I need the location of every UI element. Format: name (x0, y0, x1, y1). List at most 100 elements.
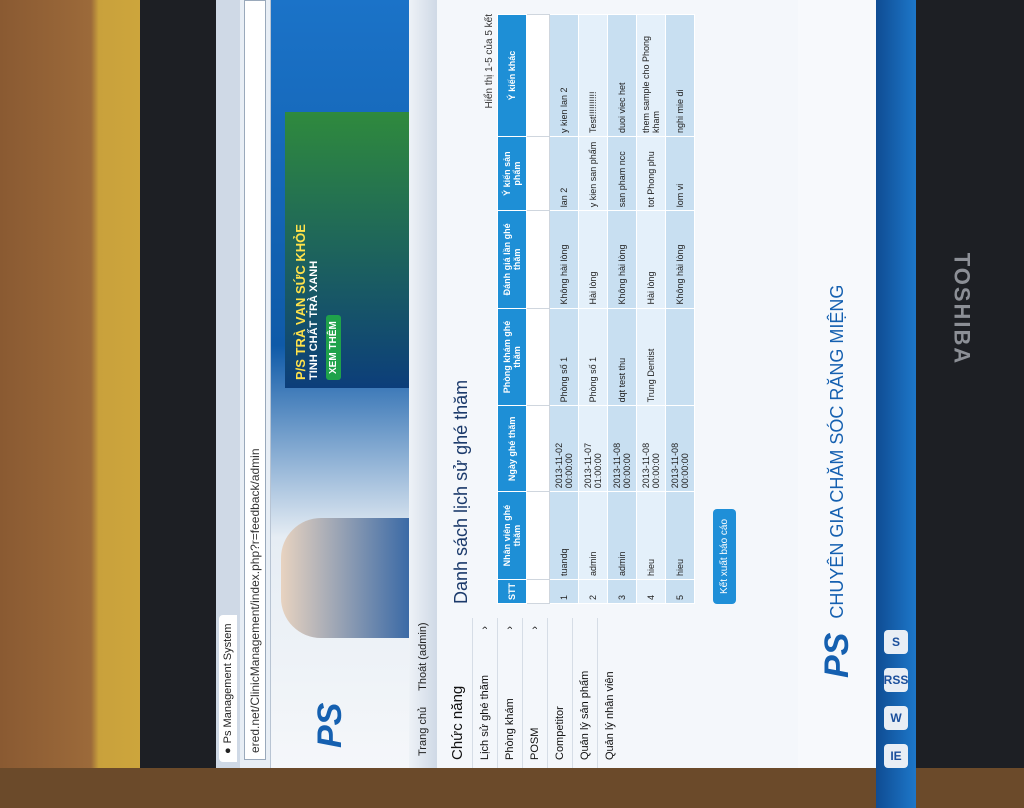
table-cell: Không hài lòng (607, 210, 637, 309)
sidebar: Chức năng Lịch sử ghé thăm › Phòng khám › … (437, 618, 744, 768)
sidebar-item-label: Competitor (554, 706, 566, 760)
table-cell: y kien san phẩm (578, 136, 608, 211)
address-bar: ered.net/ClinicManagement/index.php?r=fe… (240, 0, 271, 768)
table-cell: hieu (665, 491, 695, 580)
filter-input[interactable] (526, 308, 550, 406)
table-cell: them sample cho Phong kham (636, 14, 666, 137)
table-cell: Test!!!!!!!!!! (578, 14, 608, 137)
page-icon: ● (222, 747, 234, 754)
filter-input[interactable] (526, 210, 550, 309)
url-field[interactable]: ered.net/ClinicManagement/index.php?r=fe… (244, 0, 266, 760)
table-row: 1 tuandq 2013-11-02 00:00:00 Phòng số 1 … (549, 14, 579, 604)
site-banner: PS P/S TRÀ VẠN SỨC KHỎE TINH CHẤT TRÀ XA… (271, 0, 409, 768)
column-header[interactable]: Ngày ghé thăm (497, 405, 527, 492)
column-header[interactable]: STT (497, 579, 527, 604)
table-cell: 3 (607, 579, 637, 604)
spokesperson-image (281, 518, 409, 638)
ad-headline: P/S TRÀ VẠN SỨC KHỎE (293, 224, 308, 380)
table-cell: 2013-11-02 00:00:00 (549, 405, 579, 492)
table-cell: nghi mie di (665, 14, 695, 137)
chevron-right-icon: › (529, 626, 541, 630)
table-cell: 2 (578, 579, 608, 604)
filter-input[interactable] (526, 136, 550, 211)
table-cell: lom vi (665, 136, 695, 211)
sidebar-item-staff[interactable]: Quản lý nhân viên (597, 618, 622, 768)
table-cell: 2013-11-07 01:00:00 (578, 405, 608, 492)
sidebar-item-visit-history[interactable]: Lịch sử ghé thăm › (472, 618, 497, 768)
table-cell: tot Phong phu (636, 136, 666, 211)
table-cell: Phòng số 1 (578, 308, 608, 406)
promo-ad[interactable]: P/S TRÀ VẠN SỨC KHỎE TINH CHẤT TRÀ XANH … (285, 112, 409, 388)
sidebar-item-posm[interactable]: POSM › (522, 618, 547, 768)
filter-input[interactable] (526, 14, 550, 137)
table-row: 4 hieu 2013-11-08 00:00:00 Trung Dentist… (636, 14, 666, 604)
table-cell: 2013-11-08 00:00:00 (607, 405, 637, 492)
footer-slogan: CHUYÊN GIA CHĂM SÓC RĂNG MIỆNG (826, 284, 847, 619)
table-cell: lan 2 (549, 136, 579, 211)
footer-logo: PS (817, 632, 856, 678)
table-cell: admin (578, 491, 608, 580)
column-header[interactable]: Phòng khám ghé thăm (497, 308, 527, 406)
rss-icon[interactable]: RSS (884, 668, 908, 692)
nav-logout-link[interactable]: Thoát (admin) (417, 622, 429, 690)
table-cell: tuandq (549, 491, 579, 580)
browser-tab[interactable]: ● Ps Management System (219, 615, 237, 762)
sidebar-item-label: Phòng khám (504, 698, 516, 760)
chevron-right-icon: › (479, 626, 491, 630)
monitor-brand: TOSHIBA (949, 252, 975, 366)
filter-input[interactable] (526, 491, 550, 580)
table-cell: Hài lòng (578, 210, 608, 309)
table-cell: Trung Dentist (636, 308, 666, 406)
export-report-button[interactable]: Kết xuất báo cáo (713, 508, 736, 604)
tab-strip: ● Ps Management System (216, 0, 240, 768)
sidebar-item-label: POSM (529, 727, 541, 760)
column-header[interactable]: Nhân viên ghé thăm (497, 491, 527, 580)
table-cell: 1 (549, 579, 579, 604)
table-cell: 5 (665, 579, 695, 604)
sidebar-item-label: Quản lý sản phẩm (579, 670, 591, 760)
ad-subtitle: TINH CHẤT TRÀ XANH (308, 260, 320, 380)
taskbar: S RSS W IE (876, 0, 916, 808)
word-icon[interactable]: W (884, 706, 908, 730)
table-cell: san pham ncc (607, 136, 637, 211)
screen-area: ● Ps Management System ered.net/ClinicMa… (216, 0, 876, 768)
filter-input[interactable] (526, 405, 550, 492)
sidebar-title: Chức năng (449, 685, 466, 760)
sidebar-item-label: Lịch sử ghé thăm (479, 674, 491, 760)
chevron-right-icon: › (504, 626, 516, 630)
table-cell (665, 308, 695, 406)
table-cell: Hài lòng (636, 210, 666, 309)
ad-button[interactable]: XEM THÊM (326, 315, 341, 380)
column-header[interactable]: Ý kiến khác (497, 14, 527, 137)
column-header[interactable]: Ý kiến sản phẩm (497, 136, 527, 211)
sidebar-item-label: Quản lý nhân viên (604, 671, 616, 760)
nav-home-link[interactable]: Trang chủ (417, 707, 429, 756)
filter-row (526, 14, 550, 604)
table-cell: dqt test thu (607, 308, 637, 406)
sidebar-item-clinics[interactable]: Phòng khám › (497, 618, 522, 768)
tab-title: Ps Management System (222, 623, 234, 744)
page-content: Chức năng Lịch sử ghé thăm › Phòng khám › … (437, 0, 744, 768)
visit-history-table: STT Nhân viên ghé thăm Ngày ghé thăm Phò… (497, 14, 695, 604)
sidebar-item-products[interactable]: Quản lý sản phẩm (572, 618, 597, 768)
table-row: 5 hieu 2013-11-08 00:00:00 Không hài lòn… (665, 14, 695, 604)
page-title: Danh sách lịch sử ghé thăm (451, 379, 471, 604)
table-cell: y kien lan 2 (549, 14, 579, 137)
browser-window: ● Ps Management System ered.net/ClinicMa… (216, 0, 876, 768)
browser-icon[interactable]: IE (884, 744, 908, 768)
table-cell: Không hài lòng (665, 210, 695, 309)
table-cell: duoi viec het (607, 14, 637, 137)
table-row: 2 admin 2013-11-07 01:00:00 Phòng số 1 H… (578, 14, 608, 604)
table-cell: 2013-11-08 00:00:00 (665, 405, 695, 492)
site-footer: PS CHUYÊN GIA CHĂM SÓC RĂNG MIỆNG (798, 0, 876, 768)
table-cell: 2013-11-08 00:00:00 (636, 405, 666, 492)
skype-icon[interactable]: S (884, 630, 908, 654)
ps-logo[interactable]: PS (311, 703, 350, 748)
column-header[interactable]: Đánh giá lần ghé thăm (497, 210, 527, 309)
sidebar-item-competitor[interactable]: Competitor (547, 618, 572, 768)
result-summary: Hiển thị 1-5 của 5 kết (484, 14, 495, 109)
table-cell: Không hài lòng (549, 210, 579, 309)
table-cell: admin (607, 491, 637, 580)
table-cell: 4 (636, 579, 666, 604)
top-nav: Trang chủ Thoát (admin) (409, 0, 437, 768)
